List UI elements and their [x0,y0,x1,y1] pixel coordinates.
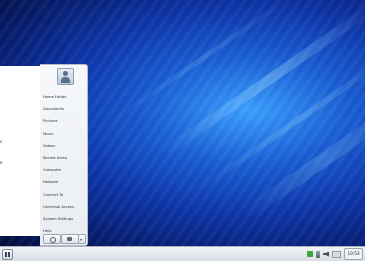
shutdown-button[interactable] [43,234,61,244]
taskbar: 10:53 [0,246,365,261]
avatar-body-icon [61,77,70,83]
menu-item-music[interactable]: Music [43,128,85,140]
menu-item-connect-to[interactable]: Connect To [43,189,85,201]
network-icon[interactable] [316,250,320,258]
menu-item-computer[interactable]: Computer [43,164,85,176]
user-avatar[interactable] [57,68,74,85]
update-icon[interactable] [307,251,313,257]
menu-item-videos[interactable]: Videos [43,140,85,152]
system-tray: 10:53 [307,248,363,260]
menu-item-pictures[interactable]: Pictures [43,115,85,127]
menu-item-universal-access[interactable]: Universal Access [43,201,85,213]
lock-button[interactable] [61,234,79,244]
keyboard-layout-icon[interactable] [332,250,341,258]
power-icon [50,236,56,243]
menu-item-recent-items[interactable]: Recent Items [43,152,85,164]
wallpaper-streak [160,0,365,159]
start-icon [5,252,10,257]
text-fragment: e [0,160,3,165]
session-menu-button[interactable]: ▾ [78,234,86,244]
start-menu-button[interactable] [2,249,13,260]
volume-icon[interactable] [323,251,329,257]
text-fragment: s [0,139,3,144]
wallpaper-streak [110,0,294,125]
menu-item-network[interactable]: Network [43,176,85,188]
menu-item-documents[interactable]: Documents [43,103,85,115]
places-list: Home Folder Documents Pictures Music Vid… [43,91,85,237]
start-menu-left-pane: s e [0,66,41,236]
lock-icon [67,237,72,241]
menu-item-system-settings[interactable]: System Settings [43,213,85,225]
chevron-down-icon: ▾ [80,237,83,242]
session-controls: ▾ [41,234,86,244]
start-menu-places-pane: Home Folder Documents Pictures Music Vid… [40,64,88,246]
clock[interactable]: 10:53 [344,248,363,260]
avatar-head-icon [63,71,68,76]
menu-item-home-folder[interactable]: Home Folder [43,91,85,103]
